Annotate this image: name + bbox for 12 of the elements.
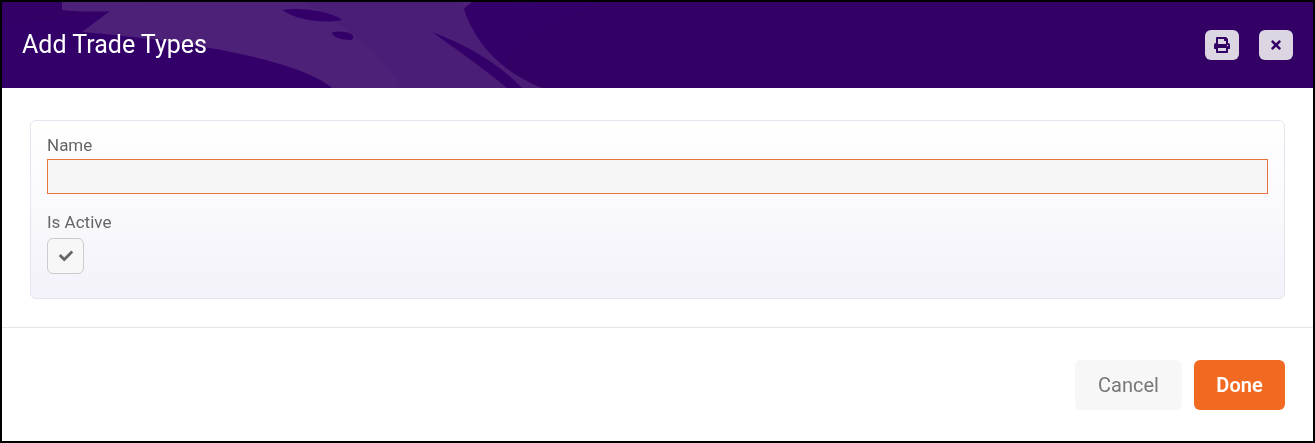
- cancel-button[interactable]: Cancel: [1075, 360, 1182, 410]
- name-field[interactable]: [47, 159, 1268, 194]
- field-label: Is Active: [47, 211, 113, 234]
- printer-icon: [1214, 37, 1230, 53]
- close-button[interactable]: [1259, 30, 1293, 60]
- active-checkbox[interactable]: [47, 238, 84, 274]
- check-icon: [58, 249, 73, 263]
- print-button[interactable]: [1205, 30, 1239, 60]
- dialog-title: Add Trade Types: [22, 29, 207, 62]
- close-icon: [1269, 38, 1283, 52]
- field-label: Name: [47, 134, 94, 157]
- done-button[interactable]: Done: [1194, 360, 1285, 410]
